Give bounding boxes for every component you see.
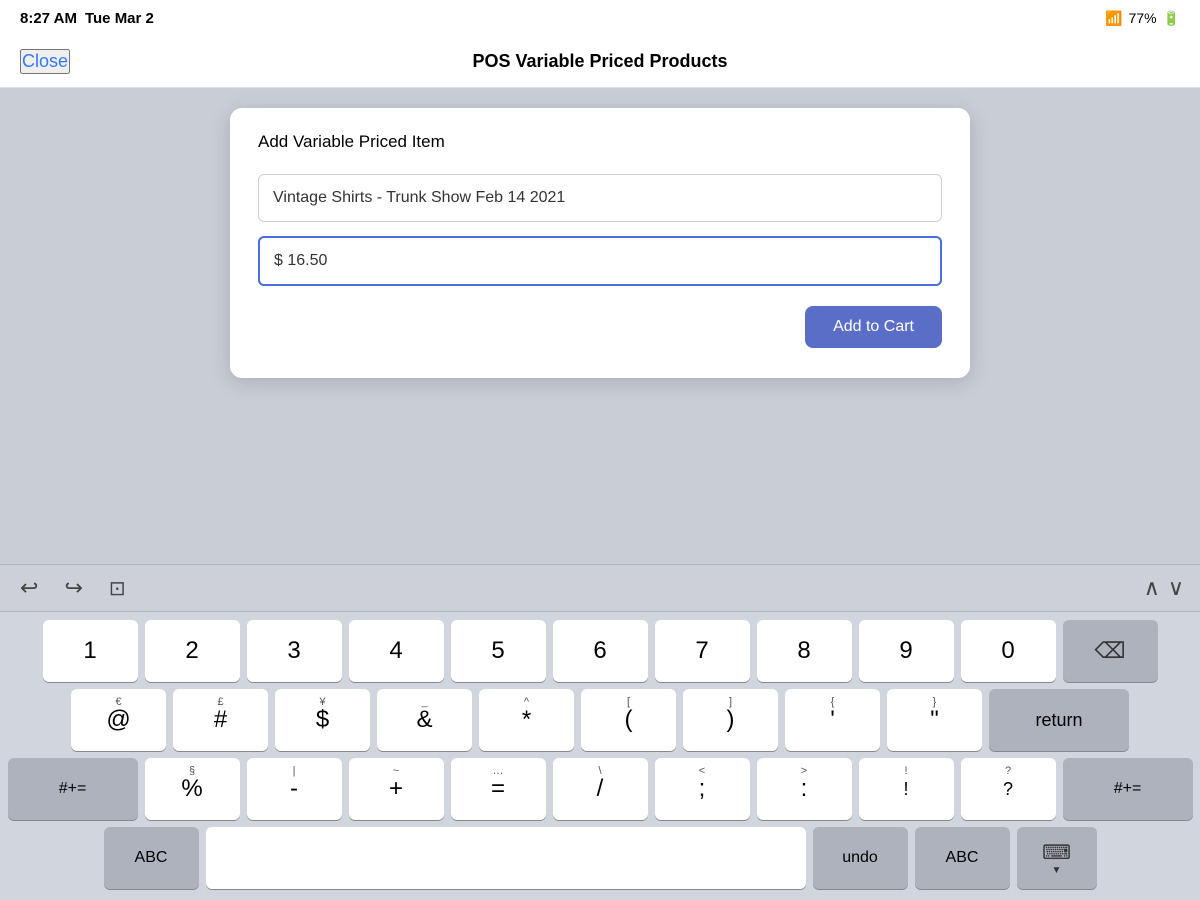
- key-dollar[interactable]: ¥ $: [275, 689, 370, 751]
- keyboard-keys: 1 2 3 4 5 6 7 8 9 0 ⌫ € @ £ # ¥: [0, 612, 1200, 900]
- key-exclaim[interactable]: ! !: [859, 758, 954, 820]
- keyboard-section: ↩ ↪ ⊡ ∧ ∨ 1 2 3 4 5 6 7 8 9 0 ⌫: [0, 564, 1200, 900]
- undo-button[interactable]: ↩: [16, 573, 42, 603]
- page-title: POS Variable Priced Products: [472, 51, 727, 72]
- key-asterisk[interactable]: ^ *: [479, 689, 574, 751]
- key-slash[interactable]: \ /: [553, 758, 648, 820]
- shift-key-right[interactable]: #+=: [1063, 758, 1193, 820]
- key-lparen[interactable]: [ (: [581, 689, 676, 751]
- key-5[interactable]: 5: [451, 620, 546, 682]
- nav-bar: Close POS Variable Priced Products: [0, 36, 1200, 88]
- chevron-up-button[interactable]: ∧: [1144, 575, 1160, 601]
- chevron-down-button[interactable]: ∨: [1168, 575, 1184, 601]
- close-button[interactable]: Close: [20, 49, 70, 74]
- key-question[interactable]: ? ?: [961, 758, 1056, 820]
- key-colon[interactable]: > :: [757, 758, 852, 820]
- key-equals[interactable]: … =: [451, 758, 546, 820]
- abc-key-right[interactable]: ABC: [915, 827, 1010, 889]
- paste-button[interactable]: ⊡: [105, 574, 130, 603]
- key-3[interactable]: 3: [247, 620, 342, 682]
- battery-icon: 🔋: [1163, 10, 1180, 27]
- price-input[interactable]: [258, 236, 942, 286]
- space-key[interactable]: [206, 827, 806, 889]
- redo-button[interactable]: ↪: [60, 573, 86, 603]
- keyboard-dismiss-key[interactable]: ⌨ ▼: [1017, 827, 1097, 889]
- key-0[interactable]: 0: [961, 620, 1056, 682]
- key-quote[interactable]: } ": [887, 689, 982, 751]
- key-4[interactable]: 4: [349, 620, 444, 682]
- return-key[interactable]: return: [989, 689, 1129, 751]
- battery-percentage: 77%: [1129, 10, 1157, 26]
- key-8[interactable]: 8: [757, 620, 852, 682]
- key-2[interactable]: 2: [145, 620, 240, 682]
- modal-footer: Add to Cart: [258, 306, 942, 348]
- key-6[interactable]: 6: [553, 620, 648, 682]
- abc-key-left[interactable]: ABC: [104, 827, 199, 889]
- toolbar-right: ∧ ∨: [1144, 575, 1184, 601]
- modal-card: Add Variable Priced Item Add to Cart: [230, 108, 970, 378]
- status-time: 8:27 AM: [20, 10, 77, 27]
- key-ampersand[interactable]: _ &: [377, 689, 472, 751]
- item-name-input[interactable]: [258, 174, 942, 222]
- add-to-cart-button[interactable]: Add to Cart: [805, 306, 942, 348]
- key-at[interactable]: € @: [71, 689, 166, 751]
- key-plus[interactable]: ~ +: [349, 758, 444, 820]
- key-apostrophe[interactable]: { ': [785, 689, 880, 751]
- key-minus[interactable]: | -: [247, 758, 342, 820]
- key-percent[interactable]: § %: [145, 758, 240, 820]
- undo-key[interactable]: undo: [813, 827, 908, 889]
- bottom-row: ABC undo ABC ⌨ ▼: [6, 827, 1194, 889]
- key-1[interactable]: 1: [43, 620, 138, 682]
- key-9[interactable]: 9: [859, 620, 954, 682]
- key-semicolon[interactable]: < ;: [655, 758, 750, 820]
- keyboard-toolbar: ↩ ↪ ⊡ ∧ ∨: [0, 564, 1200, 612]
- delete-key[interactable]: ⌫: [1063, 620, 1158, 682]
- symbol-row-1: € @ £ # ¥ $ _ & ^ * [ (: [6, 689, 1194, 751]
- key-rparen[interactable]: ] ): [683, 689, 778, 751]
- main-content: Add Variable Priced Item Add to Cart: [0, 88, 1200, 564]
- wifi-icon: 📶: [1105, 10, 1122, 27]
- key-7[interactable]: 7: [655, 620, 750, 682]
- toolbar-left: ↩ ↪ ⊡: [16, 573, 130, 603]
- key-hash[interactable]: £ #: [173, 689, 268, 751]
- symbol-row-2: #+= § % | - ~ + … = \ / <: [6, 758, 1194, 820]
- status-bar: 8:27 AM Tue Mar 2 📶 77% 🔋: [0, 0, 1200, 36]
- modal-title: Add Variable Priced Item: [258, 132, 942, 152]
- status-date: Tue Mar 2: [85, 10, 154, 27]
- shift-key-left[interactable]: #+=: [8, 758, 138, 820]
- number-row: 1 2 3 4 5 6 7 8 9 0 ⌫: [6, 620, 1194, 682]
- status-right: 📶 77% 🔋: [1105, 10, 1180, 27]
